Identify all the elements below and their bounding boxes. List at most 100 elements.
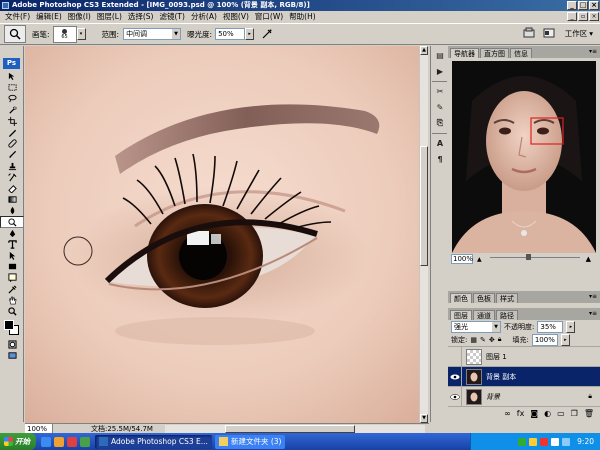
zoom-level-field[interactable]: 100% (25, 424, 53, 433)
scroll-up-button[interactable]: ▲ (420, 46, 428, 55)
layer-row-selected[interactable]: 背景 副本 (448, 366, 600, 387)
ie-icon[interactable] (41, 436, 51, 447)
brush-tool[interactable] (0, 149, 24, 160)
tray-icon[interactable] (540, 437, 549, 446)
lock-pixels-icon[interactable]: ✎ (480, 336, 486, 344)
tab-color[interactable]: 颜色 (450, 293, 472, 303)
move-tool[interactable] (0, 71, 24, 82)
tab-paths[interactable]: 路径 (496, 310, 518, 320)
menu-edit[interactable]: 编辑(E) (33, 11, 65, 23)
eraser-tool[interactable] (0, 183, 24, 194)
opacity-field[interactable]: 35% (537, 320, 564, 333)
character-panel-icon[interactable]: A (433, 137, 447, 149)
gradient-tool[interactable] (0, 194, 24, 205)
eye-icon[interactable] (448, 366, 462, 387)
layer-row[interactable]: 背景 🔒︎ (448, 386, 600, 407)
history-panel-icon[interactable]: ▤ (433, 49, 447, 61)
tray-icon[interactable] (529, 437, 538, 446)
blend-mode-select[interactable]: 强光 ▼ (451, 320, 501, 333)
document-canvas[interactable] (25, 46, 419, 423)
foreground-color[interactable] (4, 320, 14, 331)
lock-all-icon[interactable]: 🔒︎ (498, 335, 502, 344)
tab-channels[interactable]: 通道 (473, 310, 495, 320)
volume-icon[interactable] (551, 437, 560, 446)
range-select[interactable]: 中间调 ▼ (123, 28, 182, 40)
path-selection-tool[interactable] (0, 250, 24, 261)
quick-selection-tool[interactable] (0, 105, 24, 116)
type-tool[interactable] (0, 239, 24, 250)
taskbar-item-folder[interactable]: 新建文件夹 (3) (214, 434, 286, 449)
start-button[interactable]: 开始 (0, 433, 36, 450)
fill-field[interactable]: 100% (531, 333, 558, 346)
clone-stamp-tool[interactable] (0, 161, 24, 172)
zoom-out-icon[interactable]: ▲ (477, 256, 482, 263)
history-brush-tool[interactable] (0, 172, 24, 183)
healing-brush-tool[interactable] (0, 138, 24, 149)
quick-mask-button[interactable] (0, 339, 24, 350)
panel-menu-icon[interactable]: ▾≡ (589, 48, 597, 55)
screen-mode-button[interactable] (0, 350, 24, 361)
panel-menu-icon[interactable]: ▾≡ (589, 293, 597, 300)
shape-tool[interactable] (0, 261, 24, 272)
link-layers-icon[interactable]: ∞ (504, 409, 511, 418)
navigator-zoom-slider[interactable] (489, 254, 580, 261)
lock-position-icon[interactable]: ✥ (489, 336, 495, 344)
delete-layer-icon[interactable]: 🗑︎ (584, 409, 594, 418)
doc-close-button[interactable]: × (589, 12, 599, 21)
hand-tool[interactable] (0, 295, 24, 306)
bridge-button[interactable] (522, 26, 536, 40)
airbrush-toggle[interactable] (260, 27, 274, 41)
workspace-menu[interactable]: 工作区 ▾ (562, 27, 596, 40)
menu-help[interactable]: 帮助(H) (286, 11, 319, 23)
menu-analysis[interactable]: 分析(A) (188, 11, 220, 23)
clone-source-icon[interactable]: ⎘ (433, 117, 447, 129)
blur-tool[interactable] (0, 205, 24, 216)
exposure-slider-button[interactable]: ▸ (245, 28, 255, 40)
scroll-down-button[interactable]: ▼ (420, 414, 428, 423)
menu-layer[interactable]: 图层(L) (94, 11, 125, 23)
close-button[interactable]: × (589, 1, 599, 10)
brushes-panel-icon[interactable]: ✎ (433, 101, 447, 113)
tool-presets-icon[interactable]: ✂ (433, 85, 447, 97)
menu-view[interactable]: 视图(V) (220, 11, 252, 23)
slice-tool[interactable] (0, 127, 24, 138)
tab-navigator[interactable]: 导航器 (450, 48, 479, 58)
eyedropper-tool[interactable] (0, 284, 24, 295)
navigator-thumbnail[interactable] (452, 61, 596, 253)
media-player-icon[interactable] (54, 436, 64, 447)
tab-histogram[interactable]: 直方图 (480, 48, 509, 58)
canvas-vertical-scrollbar[interactable]: ▲ ▼ (419, 46, 428, 423)
eye-icon[interactable] (448, 386, 462, 407)
menu-file[interactable]: 文件(F) (2, 11, 33, 23)
navigator-zoom-field[interactable]: 100% (451, 254, 473, 264)
zoom-slider-knob[interactable] (525, 254, 531, 260)
marquee-tool[interactable] (0, 82, 24, 93)
doc-minimize-button[interactable]: _ (567, 12, 577, 21)
menu-window[interactable]: 窗口(W) (252, 11, 286, 23)
tab-info[interactable]: 信息 (510, 48, 532, 58)
layer-style-icon[interactable]: fx (517, 409, 525, 418)
app-shortcut-icon[interactable] (67, 436, 77, 447)
exposure-field[interactable]: 50% (215, 28, 246, 40)
zoom-tool[interactable] (0, 306, 24, 317)
dodge-tool[interactable] (0, 216, 24, 228)
tab-styles[interactable]: 样式 (496, 293, 518, 303)
menu-select[interactable]: 选择(S) (125, 11, 157, 23)
brush-picker[interactable]: 65 (52, 25, 77, 43)
minimize-button[interactable]: _ (567, 1, 577, 10)
tool-preset-picker[interactable] (4, 25, 26, 43)
maximize-button[interactable]: □ (578, 1, 588, 10)
layer-row[interactable]: 图层 1 (448, 346, 600, 367)
horizontal-scroll-thumb[interactable] (225, 425, 355, 433)
network-icon[interactable] (562, 437, 571, 446)
zoom-in-icon[interactable]: ▲ (586, 255, 591, 263)
fill-slider-button[interactable]: ▸ (560, 333, 570, 346)
paragraph-panel-icon[interactable]: ¶ (433, 153, 447, 165)
new-layer-icon[interactable]: ❐ (571, 409, 578, 418)
tab-swatches[interactable]: 色板 (473, 293, 495, 303)
opacity-slider-button[interactable]: ▸ (566, 320, 576, 333)
lasso-tool[interactable] (0, 93, 24, 104)
canvas-horizontal-scrollbar[interactable] (165, 425, 425, 433)
tab-layers[interactable]: 图层 (450, 310, 472, 320)
taskbar-item-photoshop[interactable]: Adobe Photoshop CS3 E... (95, 434, 212, 449)
